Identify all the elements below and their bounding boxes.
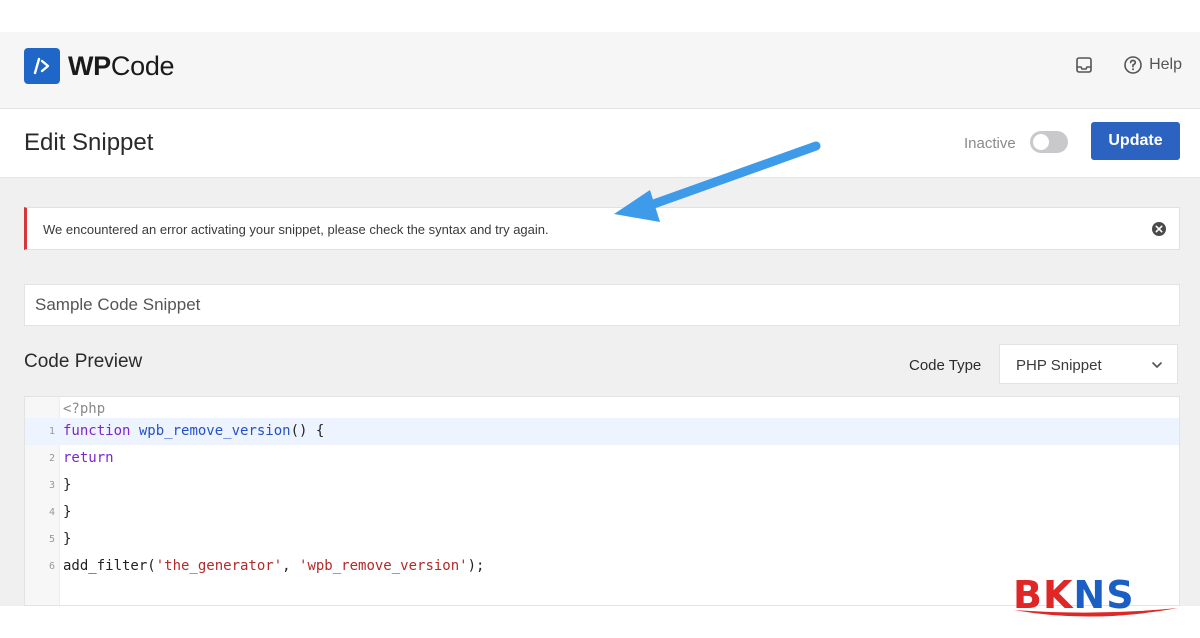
line-number: 3 [48, 480, 55, 491]
active-toggle[interactable] [1030, 131, 1068, 153]
line-number: 6 [48, 561, 55, 572]
chevron-down-icon [1152, 362, 1162, 368]
watermark-swoosh [1014, 608, 1178, 617]
error-message: We encountered an error activating your … [43, 222, 549, 237]
line-number: 1 [48, 426, 55, 437]
line-number: 4 [48, 507, 55, 518]
inbox-icon[interactable] [1073, 54, 1095, 76]
code-text: } [63, 477, 72, 493]
help-button[interactable]: Help [1123, 55, 1182, 75]
code-type-value: PHP Snippet [1016, 357, 1102, 374]
code-line-4: 4 } [25, 499, 1179, 526]
help-circle-icon [1124, 56, 1142, 74]
close-circle-icon[interactable] [1151, 221, 1167, 237]
wpcode-logo-icon [24, 48, 60, 84]
code-line-1: 1 function wpb_remove_version() { [25, 418, 1179, 445]
snippet-title-input[interactable] [24, 284, 1180, 326]
line-number: 2 [48, 453, 55, 464]
help-label: Help [1149, 56, 1182, 73]
code-text: add_filter('the_generator', 'wpb_remove_… [63, 558, 485, 574]
code-text: return [63, 450, 114, 466]
wpcode-logo[interactable]: WPCode [24, 48, 175, 84]
code-text: } [63, 504, 72, 520]
page-header: Edit Snippet Inactive Update [0, 109, 1200, 178]
code-line-6: 6 add_filter('the_generator', 'wpb_remov… [25, 553, 1179, 580]
update-button[interactable]: Update [1091, 122, 1180, 160]
code-editor[interactable]: <?php 1 function wpb_remove_version() { … [24, 396, 1180, 606]
code-line-5: 5 } [25, 526, 1179, 553]
page-title: Edit Snippet [24, 129, 154, 156]
code-text: } [63, 531, 72, 547]
status-label: Inactive [964, 135, 1016, 152]
code-line-3: 3 } [25, 472, 1179, 499]
code-line-2: 2 return [25, 445, 1179, 472]
app-window: WPCode Help Edit Snippet Inactive Update… [0, 32, 1200, 606]
top-actions: Help [1073, 54, 1182, 76]
brand-name: WPCode [68, 50, 175, 81]
toggle-knob [1033, 134, 1049, 150]
line-number: 5 [48, 534, 55, 545]
code-text: function wpb_remove_version() { [63, 423, 325, 439]
top-bar: WPCode Help [0, 32, 1200, 109]
code-type-label: Code Type [909, 357, 982, 374]
code-type-select[interactable]: PHP Snippet [999, 344, 1178, 384]
code-preview-heading: Code Preview [24, 351, 143, 372]
error-notice: We encountered an error activating your … [24, 207, 1180, 250]
